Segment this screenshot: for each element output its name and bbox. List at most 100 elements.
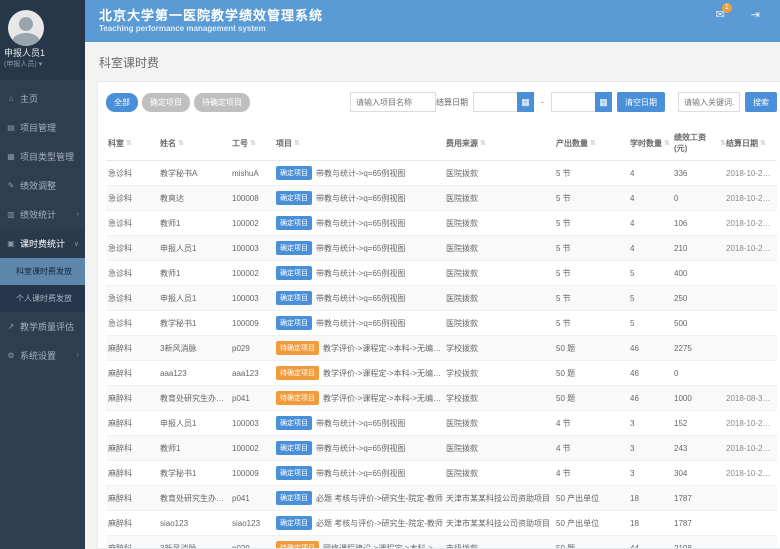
cell-dept: 麻醉科 <box>108 443 160 454</box>
cell-name: 教学秘书1 <box>160 318 232 329</box>
date-separator: - <box>539 97 546 107</box>
column-header[interactable]: 姓名 ⇅ <box>160 138 232 149</box>
cell-hours: 3 <box>630 419 674 428</box>
sidebar-item-fee-stats[interactable]: ▣ 课时费统计 ∨ <box>0 229 85 258</box>
cell-pay: 210 <box>674 244 726 253</box>
cell-pay: 0 <box>674 369 726 378</box>
sort-icon: ⇅ <box>480 139 486 147</box>
status-badge: 确定项目 <box>276 266 312 280</box>
date-end-input[interactable] <box>551 92 595 112</box>
sort-icon: ⇅ <box>126 139 132 147</box>
cell-project: 待确定项目 教学评价->课程定->本科->无编制人 <box>276 366 446 380</box>
table-row[interactable]: 急诊科 教学秘书A mishuA 确定项目 带教与统计->q=65例视图 医院拨… <box>106 161 777 186</box>
column-header[interactable]: 学时数量 ⇅ <box>630 138 674 149</box>
table-row[interactable]: 急诊科 申报人员1 100003 确定项目 带教与统计->q=65例视图 医院拨… <box>106 236 777 261</box>
cell-name: 申报人员1 <box>160 293 232 304</box>
cell-output: 5 节 <box>556 293 630 304</box>
column-header[interactable]: 费用来源 ⇅ <box>446 138 556 149</box>
table-row[interactable]: 麻醉科 教育处研究生办公室A p041 确定项目 必题 考核与评价->研究生-院… <box>106 486 777 511</box>
search-button[interactable]: 搜索 <box>745 92 777 112</box>
table-row[interactable]: 麻醉科 教育处研究生办公室A p041 待确定项目 教学评价->课程定->本科-… <box>106 386 777 411</box>
filter-pill[interactable]: 待确定项目 <box>194 93 250 112</box>
table-row[interactable]: 麻醉科 3新风消脉 p029 待确定项目 教学评价->课程定->本科->无编制人… <box>106 336 777 361</box>
table-row[interactable]: 急诊科 教爽达 100008 确定项目 带教与统计->q=65例视图 医院拨款 … <box>106 186 777 211</box>
keyword-input[interactable] <box>678 92 740 112</box>
topbar: 北京大学第一医院教学绩效管理系统 Teaching performance ma… <box>85 0 780 42</box>
status-badge: 确定项目 <box>276 316 312 330</box>
cell-date: 2018-10-23 00:00:00 <box>726 419 775 428</box>
table-row[interactable]: 麻醉科 申报人员1 100003 确定项目 带教与统计->q=65例视图 医院拨… <box>106 411 777 436</box>
table-row[interactable]: 急诊科 申报人员1 100003 确定项目 带教与统计->q=65例视图 医院拨… <box>106 286 777 311</box>
cell-output: 50 题 <box>556 343 630 354</box>
cell-name: 教学秘书1 <box>160 468 232 479</box>
status-badge: 确定项目 <box>276 491 312 505</box>
table-row[interactable]: 急诊科 教学秘书1 100009 确定项目 带教与统计->q=65例视图 医院拨… <box>106 311 777 336</box>
cell-employee-id: siao123 <box>232 519 276 528</box>
cell-project: 确定项目 带教与统计->q=65例视图 <box>276 241 446 255</box>
table-row[interactable]: 麻醉科 教学秘书1 100009 确定项目 带教与统计->q=65例视图 医院拨… <box>106 461 777 486</box>
column-header[interactable]: 工号 ⇅ <box>232 138 276 149</box>
home-icon: ⌂ <box>6 94 16 103</box>
envelope-icon[interactable]: ✉1 <box>716 8 725 21</box>
cell-pay: 500 <box>674 319 726 328</box>
sidebar-item-settings[interactable]: ⚙ 系统设置 › <box>0 341 85 370</box>
sidebar-subitem[interactable]: 科室课时费发放 <box>0 258 85 285</box>
cell-pay: 152 <box>674 419 726 428</box>
column-header[interactable]: 产出数量 ⇅ <box>556 138 630 149</box>
column-header[interactable]: 绩效工资(元) ⇅ <box>674 132 726 154</box>
cell-source: 医院拨款 <box>446 293 556 304</box>
sidebar-subitem[interactable]: 个人课时费发放 <box>0 285 85 312</box>
date-start-input[interactable] <box>473 92 517 112</box>
cell-dept: 急诊科 <box>108 318 160 329</box>
table-row[interactable]: 麻醉科 教师1 100002 确定项目 带教与统计->q=65例视图 医院拨款 … <box>106 436 777 461</box>
column-header[interactable]: 结算日期 ⇅ <box>726 138 775 149</box>
cell-hours: 4 <box>630 219 674 228</box>
sort-icon: ⇅ <box>178 139 184 147</box>
calendar-icon[interactable]: ▦ <box>517 92 534 112</box>
cell-source: 医院拨款 <box>446 243 556 254</box>
cell-output: 50 题 <box>556 368 630 379</box>
cell-output: 5 节 <box>556 168 630 179</box>
cell-hours: 5 <box>630 269 674 278</box>
clear-date-button[interactable]: 清空日期 <box>617 92 665 112</box>
cell-date: 2018-10-23 00:00:00 <box>726 469 775 478</box>
sidebar-item-home[interactable]: ⌂ 主页 <box>0 84 85 113</box>
project-type-icon: ▦ <box>6 152 16 161</box>
status-badge: 待确定项目 <box>276 541 319 549</box>
cell-source: 天津市某某科技公司资助项目 <box>446 493 556 504</box>
sidebar-item-quality[interactable]: ↗ 教学质量评估 <box>0 312 85 341</box>
column-header[interactable]: 科室 ⇅ <box>108 138 160 149</box>
project-icon: ▤ <box>6 123 16 132</box>
table-row[interactable]: 急诊科 教师1 100002 确定项目 带教与统计->q=65例视图 医院拨款 … <box>106 211 777 236</box>
table-row[interactable]: 麻醉科 siao123 siao123 确定项目 必题 考核与评价->研究生-院… <box>106 511 777 536</box>
cell-hours: 46 <box>630 369 674 378</box>
project-name-input[interactable] <box>350 92 436 112</box>
cell-output: 50 产出单位 <box>556 493 630 504</box>
cell-hours: 5 <box>630 319 674 328</box>
cell-hours: 4 <box>630 194 674 203</box>
sidebar-item-stats[interactable]: ▥ 绩效统计 › <box>0 200 85 229</box>
filter-pill[interactable]: 全部 <box>106 93 138 112</box>
sort-icon: ⇅ <box>294 139 300 147</box>
sidebar-item-project[interactable]: ▤ 项目管理 <box>0 113 85 142</box>
cell-name: 教师1 <box>160 218 232 229</box>
logout-icon[interactable]: ⇥ <box>751 8 760 21</box>
status-badge: 确定项目 <box>276 291 312 305</box>
calendar-icon[interactable]: ▦ <box>595 92 612 112</box>
sidebar-item-adjust[interactable]: ✎ 绩效调整 <box>0 171 85 200</box>
filter-pill[interactable]: 确定项目 <box>142 93 190 112</box>
table-row[interactable]: 急诊科 教师1 100002 确定项目 带教与统计->q=65例视图 医院拨款 … <box>106 261 777 286</box>
cell-project: 确定项目 带教与统计->q=65例视图 <box>276 191 446 205</box>
cell-source: 医院拨款 <box>446 418 556 429</box>
filter-toolbar: 全部 确定项目 待确定项目 结算日期 ▦ - ▦ 清空日期 <box>106 92 777 112</box>
caret-down-icon: ▾ <box>39 61 43 68</box>
chevron-icon: › <box>77 211 79 218</box>
user-role[interactable]: (申报人员) ▾ <box>4 59 45 70</box>
cell-employee-id: 100009 <box>232 469 276 478</box>
column-header[interactable]: 项目 ⇅ <box>276 138 446 149</box>
table-row[interactable]: 麻醉科 aaa123 aaa123 待确定项目 教学评价->课程定->本科->无… <box>106 361 777 386</box>
user-panel[interactable]: 申报人员1 (申报人员) ▾ <box>0 0 85 80</box>
sidebar-item-project-type[interactable]: ▦ 项目类型管理 <box>0 142 85 171</box>
sidebar: 申报人员1 (申报人员) ▾ ⌂ 主页 ▤ 项目管理 ▦ 项目类型管理 ✎ <box>0 0 85 549</box>
table-row[interactable]: 麻醉科 3新风消脉 p029 待确定项目 网络课程建设->课程定->本科->学员… <box>106 536 777 549</box>
